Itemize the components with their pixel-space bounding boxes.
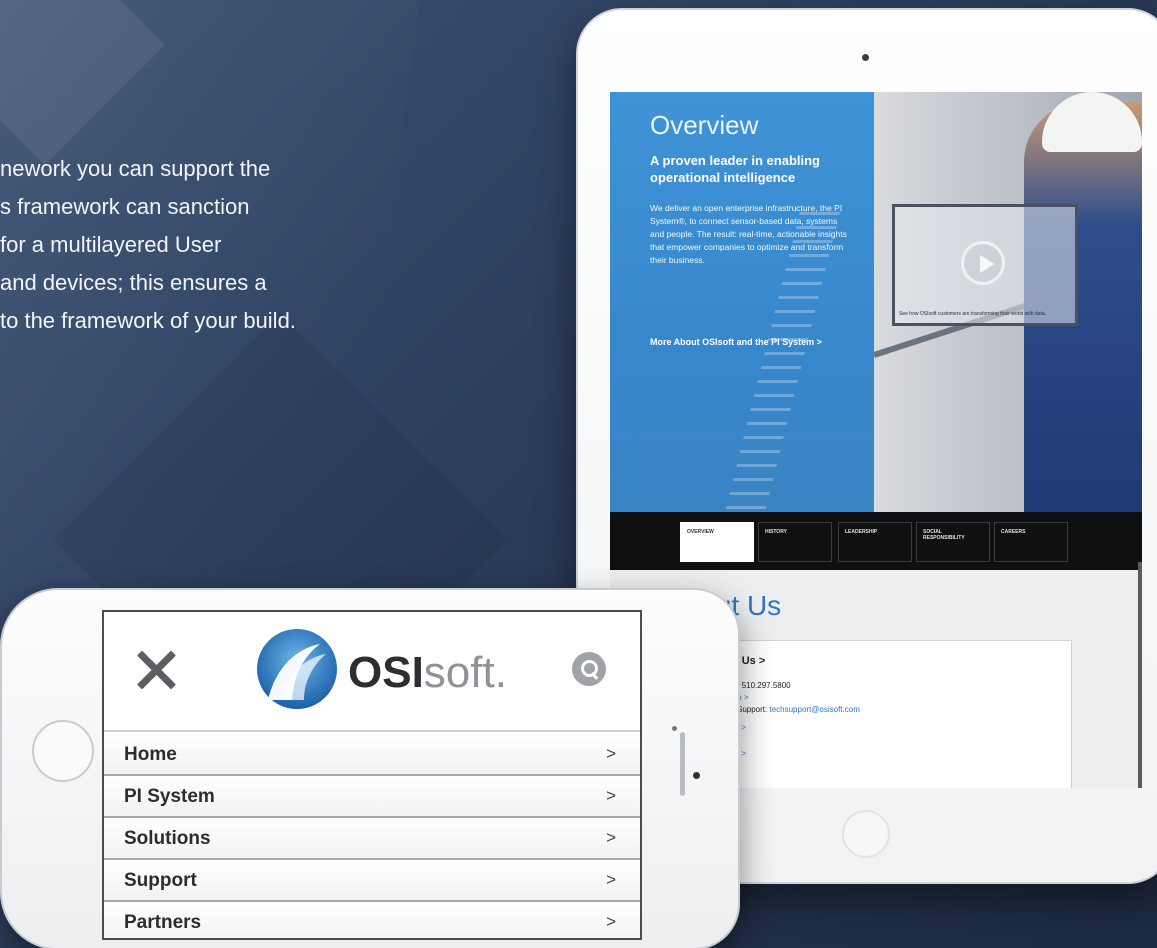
more-about-link[interactable]: More About OSIsoft and the PI System > xyxy=(650,336,850,349)
chevron-right-icon: > xyxy=(606,870,616,889)
osisoft-logo-icon xyxy=(257,629,337,709)
logo-text-light: soft. xyxy=(423,648,507,697)
intro-text: nework you can support the s framework c… xyxy=(0,150,460,340)
intro-line: s framework can sanction xyxy=(0,194,250,219)
chevron-right-icon: > xyxy=(606,786,616,805)
support-email-link[interactable]: techsupport@osisoft.com xyxy=(769,705,859,714)
menu-item-support[interactable]: Support > xyxy=(104,860,640,902)
logo-text-bold: OSI xyxy=(348,648,424,697)
phone-sensor xyxy=(672,726,677,731)
tab-leadership[interactable]: LEADERSHIP xyxy=(838,522,912,562)
intro-line: for a multilayered User xyxy=(0,232,222,257)
scrollbar[interactable] xyxy=(1138,562,1142,788)
play-icon[interactable] xyxy=(961,241,1005,285)
tablet-camera xyxy=(862,54,869,61)
overview-panel: Overview A proven leader in enabling ope… xyxy=(610,92,874,512)
tab-history[interactable]: HISTORY xyxy=(758,522,832,562)
menu-item-pi-system[interactable]: PI System > xyxy=(104,776,640,818)
overview-hero: Overview A proven leader in enabling ope… xyxy=(610,92,1142,512)
video-thumbnail[interactable]: See how OSIsoft customers are transformi… xyxy=(892,204,1078,326)
close-icon[interactable] xyxy=(132,646,180,694)
support-line: Support: techsupport@osisoft.com xyxy=(737,705,860,714)
phone-home-button[interactable] xyxy=(32,720,94,782)
menu-item-solutions[interactable]: Solutions > xyxy=(104,818,640,860)
tab-social-responsibility[interactable]: SOCIAL RESPONSIBILITY xyxy=(916,522,990,562)
osisoft-logo-text: OSIsoft. xyxy=(348,648,507,698)
phone-device: OSIsoft. Home > PI System > Solutions > … xyxy=(0,588,740,948)
phone-speaker xyxy=(680,732,685,796)
menu-item-label: PI System xyxy=(124,786,215,807)
menu-item-label: Solutions xyxy=(124,828,211,849)
mobile-header: OSIsoft. xyxy=(104,612,640,732)
contact-phone: 1 510.297.5800 xyxy=(735,681,791,690)
chevron-right-icon: > xyxy=(606,744,616,763)
chevron-right-icon: > xyxy=(606,828,616,847)
menu-item-home[interactable]: Home > xyxy=(104,734,640,776)
tab-careers[interactable]: CAREERS xyxy=(994,522,1068,562)
menu-item-label: Partners xyxy=(124,912,202,933)
tab-overview[interactable]: OVERVIEW xyxy=(680,522,754,562)
support-label: Support: xyxy=(737,705,768,714)
menu-item-label: Home xyxy=(124,744,177,765)
tablet-home-button[interactable] xyxy=(842,810,890,858)
menu-item-label: Support xyxy=(124,870,197,891)
phone-screen: OSIsoft. Home > PI System > Solutions > … xyxy=(102,610,642,940)
contact-card: t Us > 1 510.297.5800 m > Support: techs… xyxy=(690,640,1072,788)
phone-camera xyxy=(693,772,700,779)
intro-line: to the framework of your build. xyxy=(0,308,296,333)
search-icon[interactable] xyxy=(572,652,606,686)
overview-body: We deliver an open enterprise infrastruc… xyxy=(650,203,847,265)
photo-helmet xyxy=(1042,92,1142,152)
intro-line: nework you can support the xyxy=(0,156,271,181)
intro-line: and devices; this ensures a xyxy=(0,270,267,295)
chevron-right-icon: > xyxy=(606,912,616,931)
menu-item-partners[interactable]: Partners > xyxy=(104,902,640,938)
video-caption: See how OSIsoft customers are transformi… xyxy=(899,311,1047,317)
overview-title: Overview xyxy=(650,110,759,140)
overview-subtitle: A proven leader in enabling operational … xyxy=(650,153,820,185)
mobile-menu: Home > PI System > Solutions > Support >… xyxy=(104,734,640,938)
about-tabs: OVERVIEW HISTORY LEADERSHIP SOCIAL RESPO… xyxy=(610,512,1142,570)
